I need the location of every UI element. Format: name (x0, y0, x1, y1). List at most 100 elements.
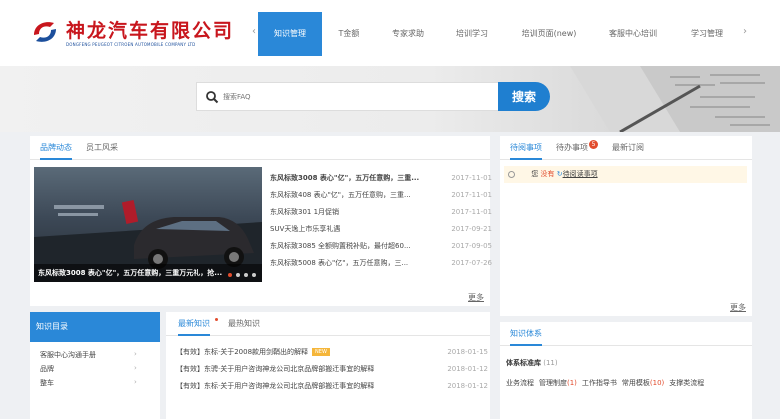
knowledge-title[interactable]: 【有效】东标·关于2008款用剑鞘出的解释 NEW (176, 344, 438, 361)
system-link[interactable]: 工作指导书 (582, 378, 617, 388)
tab-latest-knowledge[interactable]: 最新知识 (178, 312, 210, 336)
todo-tabs: 待阅事项 待办事项 5 最新订阅 (500, 136, 752, 160)
nav-item-learning[interactable]: 学习管理 (672, 12, 742, 56)
tab-to-do[interactable]: 待办事项 5 (556, 136, 598, 160)
system-heading: 体系标准库 (11) (506, 358, 558, 368)
slide-dot[interactable] (252, 273, 256, 277)
system-link[interactable]: 支撑类流程 (669, 378, 704, 388)
todo-more-link[interactable]: 更多 (730, 302, 746, 313)
knowledge-date: 2018-01-12 (447, 382, 488, 390)
system-tabs: 知识体系 (500, 322, 752, 346)
news-title[interactable]: SUV天逸上市乐享礼遇 (270, 221, 442, 238)
slide-dot[interactable] (228, 273, 232, 277)
system-link-label: 工作指导书 (581, 379, 617, 387)
list-item: 东风标致5008 表心"亿"，五万任意购，三... 2017-07-26 (270, 255, 492, 272)
news-title[interactable]: 东风标致408 表心"亿"，五万任意购，三重... (270, 187, 442, 204)
company-logo[interactable]: 神龙汽车有限公司 DONGFENG PEUGEOT CITROEN AUTOMO… (30, 13, 232, 53)
main-nav: 知识管理 T金额 专家求助 培训学习 培训页面(new) 客服中心培训 学习管理 (258, 12, 742, 56)
search-box (196, 82, 498, 111)
todo-prefix: 您 (531, 170, 539, 178)
knowledge-title[interactable]: 【有效】东标·关于用户咨询神龙公司北京品牌部搬迁事宜的解释 (176, 378, 438, 395)
slide-indicators (228, 273, 256, 277)
system-link-label: 业务流程 (506, 379, 534, 387)
slide-dot[interactable] (244, 273, 248, 277)
system-links: 业务流程 管理制度(1) 工作指导书 常用模板(10) 支撑类流程 (506, 378, 704, 388)
news-date: 2017-11-01 (451, 208, 492, 216)
news-slide-image[interactable]: 东风标致3008 表心"亿"，五万任意购，三重万元礼，抢... (34, 167, 262, 282)
search-icon (206, 91, 219, 104)
nav-item-knowledge[interactable]: 知识管理 (258, 12, 322, 56)
todo-panel: 待阅事项 待办事项 5 最新订阅 您 没有 ↻待阅读事项 更多 (500, 136, 752, 316)
loading-spinner-icon (508, 170, 515, 178)
nav-item-expert-help[interactable]: 专家求助 (376, 12, 440, 56)
system-link[interactable]: 常用模板(10) (622, 378, 664, 388)
company-name: 神龙汽车有限公司 (66, 20, 235, 42)
tab-to-do-label: 待办事项 (556, 143, 588, 152)
system-heading-count: (11) (543, 359, 558, 367)
news-date: 2017-11-01 (451, 174, 492, 182)
new-dot-icon (215, 318, 218, 321)
list-item: 东风标致3085 全额购置税补贴，最付超60... 2017-09-05 (270, 238, 492, 255)
todo-highlight: 没有 (540, 170, 555, 178)
todo-read-link[interactable]: 待阅读事项 (563, 170, 598, 178)
knowledge-tree-panel: 知识目录 客服中心沟通手册 › 品牌 › 整车 › (30, 312, 160, 419)
knowledge-date: 2018-01-12 (447, 365, 488, 373)
knowledge-title-text: 【有效】东标·关于2008款用剑鞘出的解释 (176, 348, 309, 356)
news-date: 2017-09-21 (451, 225, 492, 233)
tab-knowledge-system[interactable]: 知识体系 (510, 322, 542, 346)
tab-brand-news[interactable]: 品牌动态 (40, 136, 72, 160)
nav-item-training-new[interactable]: 培训页面(new) (504, 12, 594, 56)
latest-knowledge-panel: 最新知识 最热知识 【有效】东标·关于2008款用剑鞘出的解释 NEW 2018-… (166, 312, 490, 419)
system-link[interactable]: 业务流程 (506, 378, 534, 388)
list-item: 东风标致3008 表心"亿"，五万任意购，三重... 2017-11-01 (270, 170, 492, 187)
chevron-left-icon[interactable]: ‹ (252, 26, 256, 37)
list-item: 东风标致408 表心"亿"，五万任意购，三重... 2017-11-01 (270, 187, 492, 204)
tab-staff-style[interactable]: 员工风采 (86, 136, 118, 160)
slide-dot[interactable] (236, 273, 240, 277)
tab-hot-knowledge[interactable]: 最热知识 (228, 312, 260, 336)
system-link-label: 管理制度 (539, 379, 567, 387)
list-item: 东风标致301 1月促销 2017-11-01 (270, 204, 492, 221)
tab-to-read[interactable]: 待阅事项 (510, 136, 542, 160)
newspaper-background-image (570, 66, 780, 132)
news-title[interactable]: 东风标致3085 全额购置税补贴，最付超60... (270, 238, 442, 255)
system-link-label: 支撑类流程 (669, 379, 705, 387)
knowledge-title[interactable]: 【有效】东骋·关于用户咨询神龙公司北京品牌部搬迁事宜的解释 (176, 361, 438, 378)
news-date: 2017-11-01 (451, 191, 492, 199)
news-list: 东风标致3008 表心"亿"，五万任意购，三重... 2017-11-01 东风… (270, 170, 492, 272)
search-input[interactable] (223, 83, 493, 110)
list-item: SUV天逸上市乐享礼遇 2017-09-21 (270, 221, 492, 238)
brand-news-panel: 品牌动态 员工风采 东风标致3008 表心"亿"，五万任意购，三重万元礼，抢..… (30, 136, 492, 306)
chevron-right-icon[interactable]: › (134, 350, 137, 358)
news-title[interactable]: 东风标致5008 表心"亿"，五万任意购，三... (270, 255, 442, 272)
tab-latest-subscription[interactable]: 最新订阅 (612, 136, 644, 160)
search-button[interactable]: 搜索 (498, 82, 550, 111)
nav-item-training[interactable]: 培训学习 (440, 12, 504, 56)
tree-item[interactable]: 整车 (40, 378, 54, 388)
system-link-count: (1) (567, 379, 577, 387)
tree-item[interactable]: 品牌 (40, 364, 54, 374)
news-more-link[interactable]: 更多 (468, 292, 484, 303)
nav-item-t-amount[interactable]: T金额 (322, 12, 376, 56)
knowledge-date: 2018-01-15 (447, 348, 488, 356)
knowledge-system-panel: 知识体系 体系标准库 (11) 业务流程 管理制度(1) 工作指导书 常用模板(… (500, 322, 752, 419)
chevron-right-icon[interactable]: › (134, 378, 137, 386)
list-item: 【有效】东标·关于用户咨询神龙公司北京品牌部搬迁事宜的解释 2018-01-12 (176, 378, 488, 395)
news-tabs: 品牌动态 员工风采 (30, 136, 490, 160)
list-item: 【有效】东骋·关于用户咨询神龙公司北京品牌部搬迁事宜的解释 2018-01-12 (176, 361, 488, 378)
tree-item[interactable]: 客服中心沟通手册 (40, 350, 96, 360)
system-link-count: (10) (649, 379, 665, 387)
system-link[interactable]: 管理制度(1) (539, 378, 577, 388)
chevron-right-icon[interactable]: › (134, 364, 137, 372)
news-title[interactable]: 东风标致3008 表心"亿"，五万任意购，三重... (270, 170, 442, 187)
knowledge-list: 【有效】东标·关于2008款用剑鞘出的解释 NEW 2018-01-15 【有效】… (176, 344, 488, 395)
nav-item-service-training[interactable]: 客服中心培训 (594, 12, 672, 56)
chevron-right-icon[interactable]: › (743, 26, 747, 37)
top-header: 神龙汽车有限公司 DONGFENG PEUGEOT CITROEN AUTOMO… (0, 0, 780, 66)
system-heading-label[interactable]: 体系标准库 (506, 359, 541, 367)
news-title[interactable]: 东风标致301 1月促销 (270, 204, 442, 221)
news-date: 2017-09-05 (451, 242, 492, 250)
todo-notice-row: 您 没有 ↻待阅读事项 (504, 166, 747, 183)
todo-count-badge: 5 (589, 140, 598, 149)
list-item: 【有效】东标·关于2008款用剑鞘出的解释 NEW 2018-01-15 (176, 344, 488, 361)
